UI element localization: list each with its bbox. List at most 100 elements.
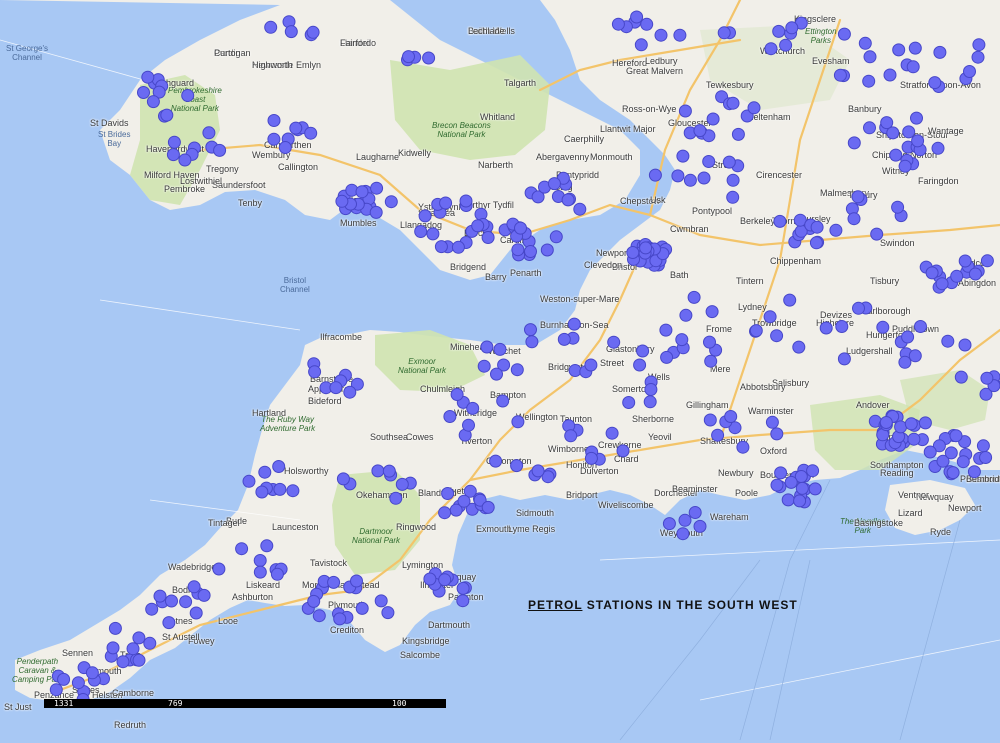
petrol-station-marker[interactable] (568, 364, 582, 377)
petrol-station-marker[interactable] (514, 221, 527, 235)
petrol-station-marker[interactable] (847, 212, 861, 226)
petrol-station-marker[interactable] (941, 334, 955, 348)
petrol-station-marker[interactable] (659, 323, 673, 337)
petrol-station-marker[interactable] (950, 269, 964, 283)
petrol-station-marker[interactable] (908, 41, 922, 55)
petrol-station-marker[interactable] (908, 349, 922, 363)
petrol-station-marker[interactable] (146, 95, 160, 109)
petrol-station-marker[interactable] (630, 10, 644, 24)
petrol-station-marker[interactable] (711, 428, 725, 442)
petrol-station-marker[interactable] (693, 124, 707, 138)
petrol-station-marker[interactable] (773, 214, 787, 228)
petrol-station-marker[interactable] (963, 65, 976, 78)
petrol-station-marker[interactable] (889, 148, 903, 162)
petrol-station-marker[interactable] (731, 127, 745, 141)
petrol-station-marker[interactable] (792, 340, 806, 354)
petrol-station-marker[interactable] (49, 683, 63, 697)
petrol-station-marker[interactable] (278, 141, 292, 154)
petrol-station-marker[interactable] (770, 329, 784, 343)
petrol-station-marker[interactable] (141, 70, 155, 84)
petrol-station-marker[interactable] (438, 506, 452, 520)
petrol-station-marker[interactable] (178, 153, 192, 167)
petrol-station-marker[interactable] (371, 464, 385, 478)
petrol-station-marker[interactable] (634, 38, 648, 52)
petrol-station-marker[interactable] (524, 323, 537, 337)
petrol-station-marker[interactable] (722, 155, 736, 169)
petrol-station-marker[interactable] (847, 136, 861, 150)
petrol-station-marker[interactable] (160, 108, 174, 122)
petrol-station-marker[interactable] (914, 320, 927, 333)
petrol-station-marker[interactable] (833, 68, 847, 82)
petrol-station-marker[interactable] (837, 27, 851, 41)
petrol-station-marker[interactable] (459, 194, 473, 208)
petrol-station-marker[interactable] (165, 594, 178, 608)
petrol-station-marker[interactable] (678, 104, 692, 118)
petrol-station-marker[interactable] (477, 359, 491, 373)
petrol-station-marker[interactable] (350, 574, 363, 588)
petrol-station-marker[interactable] (779, 38, 793, 52)
petrol-station-marker[interactable] (678, 513, 692, 527)
petrol-station-marker[interactable] (511, 415, 525, 429)
petrol-station-marker[interactable] (785, 21, 799, 35)
petrol-station-marker[interactable] (389, 491, 403, 505)
petrol-station-marker[interactable] (765, 415, 779, 429)
petrol-station-marker[interactable] (633, 358, 647, 372)
petrol-station-marker[interactable] (688, 506, 702, 519)
petrol-station-marker[interactable] (510, 459, 524, 473)
petrol-station-marker[interactable] (703, 335, 716, 349)
petrol-station-marker[interactable] (706, 112, 720, 126)
petrol-station-marker[interactable] (561, 193, 575, 207)
petrol-station-marker[interactable] (863, 121, 876, 135)
petrol-station-marker[interactable] (675, 333, 689, 347)
petrol-station-marker[interactable] (456, 581, 470, 595)
petrol-station-marker[interactable] (524, 245, 537, 258)
petrol-station-marker[interactable] (272, 460, 286, 473)
petrol-station-marker[interactable] (958, 338, 972, 352)
petrol-station-marker[interactable] (382, 464, 396, 478)
petrol-station-marker[interactable] (85, 666, 99, 680)
petrol-station-marker[interactable] (911, 134, 925, 148)
petrol-station-marker[interactable] (329, 381, 343, 395)
petrol-station-marker[interactable] (980, 254, 994, 268)
petrol-station-marker[interactable] (918, 416, 932, 430)
petrol-station-marker[interactable] (717, 26, 731, 40)
petrol-station-marker[interactable] (967, 465, 981, 479)
petrol-station-marker[interactable] (946, 466, 960, 480)
petrol-station-marker[interactable] (418, 209, 432, 223)
petrol-station-marker[interactable] (335, 194, 349, 208)
petrol-station-marker[interactable] (434, 240, 448, 254)
petrol-station-marker[interactable] (626, 246, 640, 259)
petrol-station-marker[interactable] (705, 305, 719, 319)
petrol-station-marker[interactable] (704, 354, 718, 368)
petrol-station-marker[interactable] (369, 205, 383, 219)
petrol-station-marker[interactable] (662, 517, 676, 531)
petrol-station-marker[interactable] (355, 601, 369, 615)
petrol-station-marker[interactable] (976, 439, 990, 453)
petrol-station-marker[interactable] (189, 606, 203, 620)
petrol-station-marker[interactable] (126, 642, 140, 656)
petrol-station-marker[interactable] (944, 446, 958, 460)
petrol-station-marker[interactable] (132, 653, 146, 667)
petrol-station-marker[interactable] (933, 45, 947, 59)
petrol-station-marker[interactable] (763, 310, 777, 324)
petrol-station-marker[interactable] (402, 50, 415, 64)
petrol-station-marker[interactable] (726, 96, 740, 110)
petrol-station-marker[interactable] (547, 177, 561, 191)
petrol-station-marker[interactable] (736, 440, 750, 454)
petrol-station-marker[interactable] (810, 220, 824, 234)
petrol-station-marker[interactable] (443, 410, 457, 423)
petrol-station-marker[interactable] (770, 427, 784, 441)
petrol-station-marker[interactable] (260, 539, 274, 553)
petrol-station-marker[interactable] (307, 594, 321, 608)
petrol-station-marker[interactable] (557, 332, 571, 346)
petrol-station-marker[interactable] (327, 575, 341, 589)
petrol-station-marker[interactable] (673, 28, 687, 42)
petrol-station-marker[interactable] (808, 482, 822, 496)
petrol-station-marker[interactable] (906, 60, 920, 74)
petrol-station-marker[interactable] (143, 636, 157, 650)
petrol-station-marker[interactable] (540, 243, 554, 257)
petrol-station-marker[interactable] (870, 227, 884, 241)
petrol-station-marker[interactable] (212, 562, 226, 576)
petrol-station-marker[interactable] (489, 454, 503, 468)
petrol-station-marker[interactable] (879, 416, 893, 429)
